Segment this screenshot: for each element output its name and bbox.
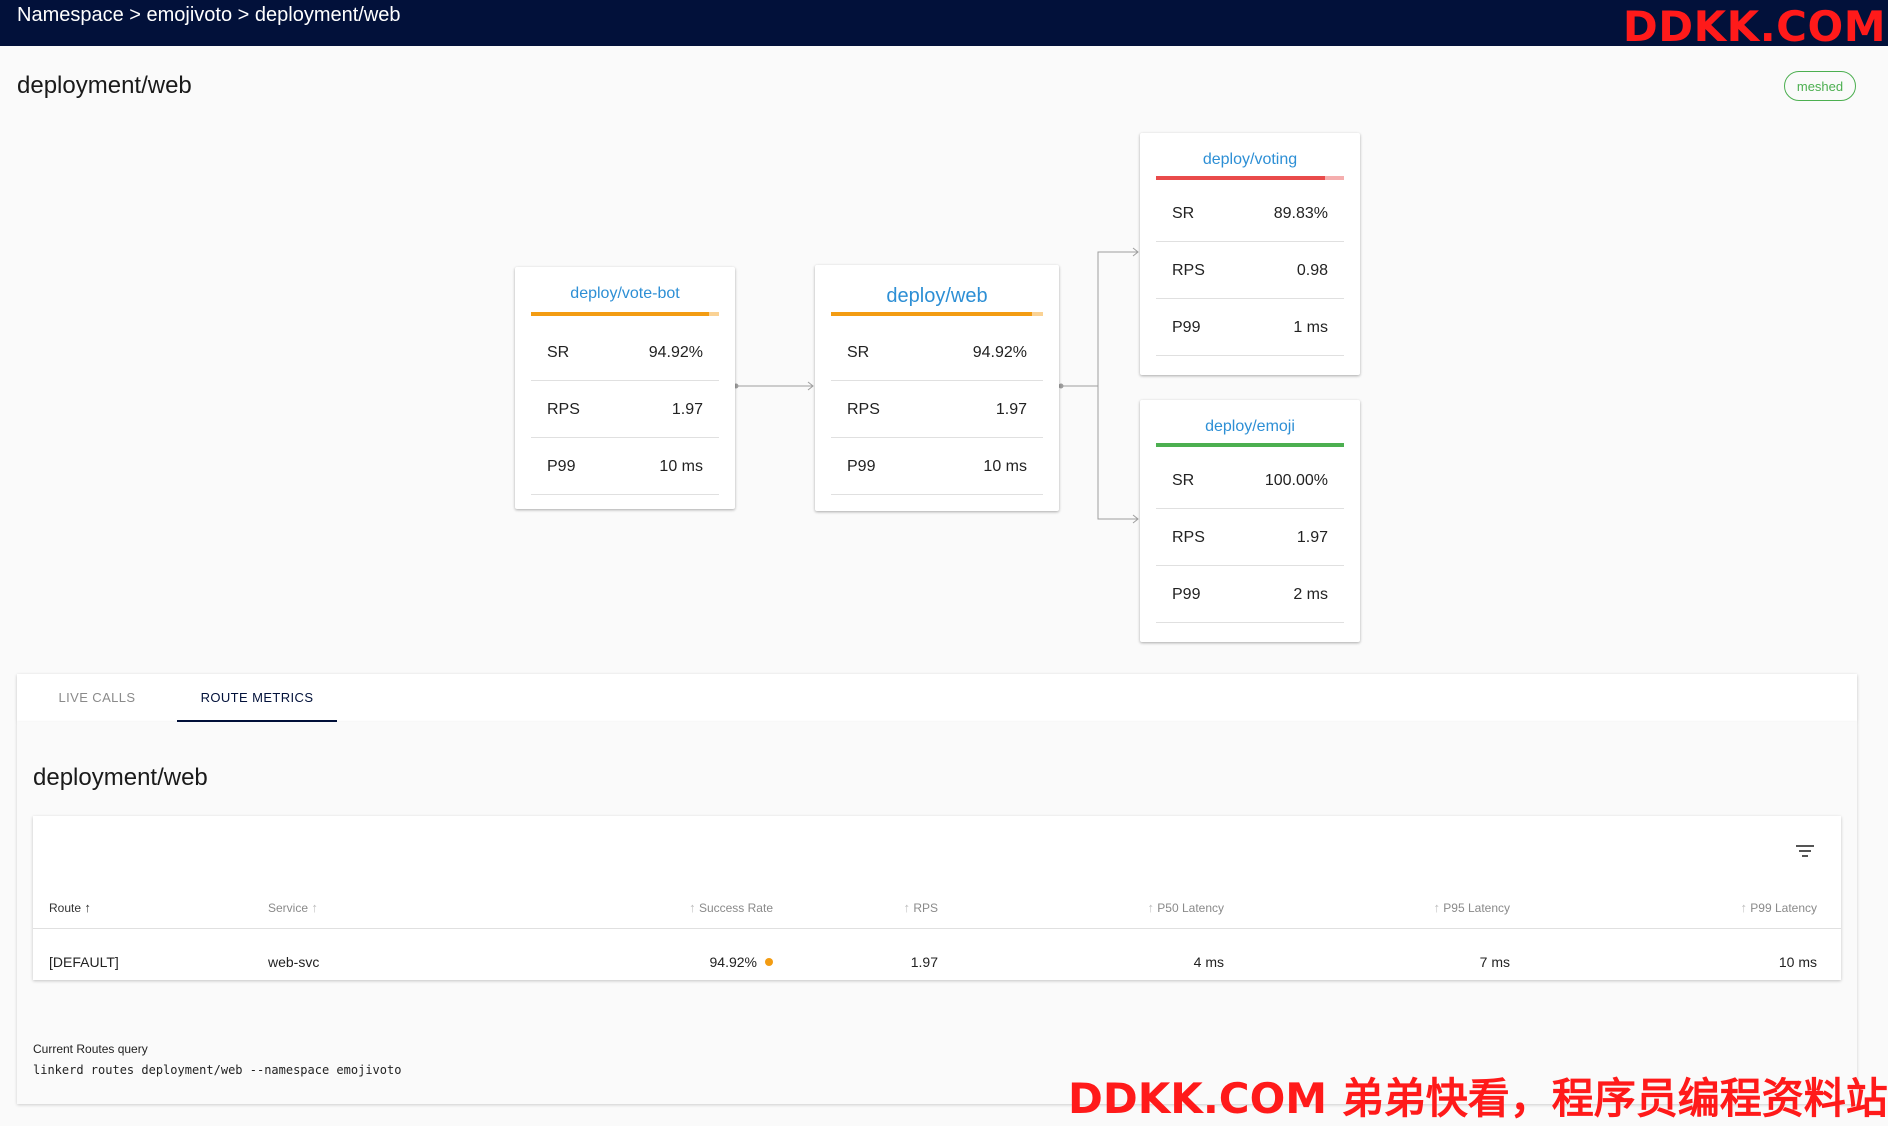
stat-row-p99: P99 10 ms xyxy=(531,438,719,495)
stat-row-p99: P99 1 ms xyxy=(1156,299,1344,356)
node-card-vote-bot[interactable]: deploy/vote-bot SR 94.92% RPS 1.97 P99 10 m… xyxy=(515,267,735,509)
status-dot-icon xyxy=(765,958,773,966)
section-title: deployment/web xyxy=(33,764,208,791)
stat-label: SR xyxy=(1172,472,1195,489)
sort-arrow-icon: ↑ xyxy=(1433,900,1440,915)
sort-arrow-icon: ↑ xyxy=(1740,900,1747,915)
success-rate-bar xyxy=(1156,443,1344,447)
stat-label: SR xyxy=(847,344,870,361)
watermark-bottom: DDKK.COM 弟弟快看，程序员编程资料站 xyxy=(1068,1074,1888,1123)
stat-value: 1.97 xyxy=(995,401,1027,418)
cell-route: [DEFAULT] xyxy=(49,954,119,970)
node-card-emoji[interactable]: deploy/emoji SR 100.00% RPS 1.97 P99 2 ms xyxy=(1140,400,1360,642)
column-header-rps[interactable]: ↑ RPS xyxy=(903,900,938,915)
cell-success-rate: 94.92% xyxy=(710,954,773,970)
cell-p50: 4 ms xyxy=(1193,954,1224,970)
success-rate-bar-fill xyxy=(1156,176,1325,180)
stat-row-sr: SR 94.92% xyxy=(531,324,719,381)
node-title[interactable]: deploy/web xyxy=(831,285,1043,308)
sort-arrow-icon: ↑ xyxy=(1147,900,1154,915)
header-divider xyxy=(33,928,1841,929)
query-command[interactable]: linkerd routes deployment/web --namespac… xyxy=(33,1063,401,1077)
sort-arrow-icon: ↑ xyxy=(689,900,696,915)
node-title[interactable]: deploy/emoji xyxy=(1156,418,1344,436)
stat-value: 94.92% xyxy=(972,344,1027,361)
stat-row-rps: RPS 1.97 xyxy=(1156,509,1344,566)
column-header-success-rate[interactable]: ↑ Success Rate xyxy=(689,900,773,915)
cell-p99: 10 ms xyxy=(1778,954,1817,970)
success-rate-bar-rest xyxy=(1324,176,1344,180)
stat-row-rps: RPS 0.98 xyxy=(1156,242,1344,299)
column-header-p95-latency[interactable]: ↑ P95 Latency xyxy=(1433,900,1510,915)
node-card-web[interactable]: deploy/web SR 94.92% RPS 1.97 P99 10 ms xyxy=(815,265,1059,511)
stat-row-p99: P99 10 ms xyxy=(831,438,1043,495)
stat-value: 1 ms xyxy=(1293,319,1328,336)
stat-value: 89.83% xyxy=(1273,205,1328,222)
stat-label: RPS xyxy=(1172,262,1205,279)
stat-label: SR xyxy=(547,344,570,361)
stat-row-sr: SR 89.83% xyxy=(1156,185,1344,242)
stat-label: P99 xyxy=(847,458,876,475)
stat-label: RPS xyxy=(1172,529,1205,546)
edge-origin-web xyxy=(1058,383,1064,389)
query-label: Current Routes query xyxy=(33,1042,148,1056)
stat-value: 2 ms xyxy=(1293,586,1328,603)
column-header-route[interactable]: Route ↑ xyxy=(49,900,91,915)
success-rate-bar-fill xyxy=(1156,443,1344,447)
node-title[interactable]: deploy/voting xyxy=(1156,151,1344,169)
stat-value: 1.97 xyxy=(671,401,703,418)
stat-value: 94.92% xyxy=(648,344,703,361)
tab-route-metrics[interactable]: ROUTE METRICS xyxy=(177,674,337,722)
stat-label: SR xyxy=(1172,205,1195,222)
sort-arrow-icon: ↑ xyxy=(84,900,91,915)
edge-web-emoji xyxy=(1097,386,1138,520)
stat-label: RPS xyxy=(547,401,580,418)
column-header-p99-latency[interactable]: ↑ P99 Latency xyxy=(1740,900,1817,915)
edge-web-voting xyxy=(1061,251,1138,387)
success-rate-bar-rest xyxy=(709,312,719,316)
stat-row-rps: RPS 1.97 xyxy=(531,381,719,438)
sort-arrow-icon: ↑ xyxy=(903,900,910,915)
stat-row-rps: RPS 1.97 xyxy=(831,381,1043,438)
success-rate-bar-rest xyxy=(1032,312,1043,316)
stat-value: 1.97 xyxy=(1296,529,1328,546)
success-rate-bar-fill xyxy=(831,312,1033,316)
success-rate-bar-fill xyxy=(531,312,710,316)
stat-value: 100.00% xyxy=(1264,472,1328,489)
route-metrics-table: Route ↑ Service ↑ ↑ Success Rate ↑ RPS ↑… xyxy=(33,816,1841,980)
stat-value: 0.98 xyxy=(1296,262,1328,279)
column-header-service[interactable]: Service ↑ xyxy=(268,900,318,915)
cell-service: web-svc xyxy=(268,954,320,970)
cell-p95: 7 ms xyxy=(1479,954,1510,970)
node-card-voting[interactable]: deploy/voting SR 89.83% RPS 0.98 P99 1 ms xyxy=(1140,133,1360,375)
stat-label: P99 xyxy=(547,458,576,475)
stat-row-sr: SR 94.92% xyxy=(831,324,1043,381)
cell-rps: 1.97 xyxy=(910,954,938,970)
stat-label: P99 xyxy=(1172,319,1201,336)
stat-value: 10 ms xyxy=(983,458,1027,475)
success-rate-value: 94.92% xyxy=(709,954,757,970)
success-rate-bar xyxy=(831,312,1043,316)
tab-live-calls[interactable]: LIVE CALLS xyxy=(17,674,177,722)
success-rate-bar xyxy=(1156,176,1344,180)
route-metrics-panel: deployment/web Route ↑ Service ↑ ↑ Succe… xyxy=(17,722,1857,1104)
filter-list-icon[interactable] xyxy=(1795,842,1815,860)
sort-arrow-icon: ↑ xyxy=(311,900,318,915)
success-rate-bar xyxy=(531,312,719,316)
stat-label: P99 xyxy=(1172,586,1201,603)
stat-row-p99: P99 2 ms xyxy=(1156,566,1344,623)
stat-label: RPS xyxy=(847,401,880,418)
column-header-p50-latency[interactable]: ↑ P50 Latency xyxy=(1147,900,1224,915)
node-title[interactable]: deploy/vote-bot xyxy=(531,285,719,303)
stat-row-sr: SR 100.00% xyxy=(1156,452,1344,509)
stat-value: 10 ms xyxy=(659,458,703,475)
tab-bar: LIVE CALLS ROUTE METRICS xyxy=(17,674,1857,722)
